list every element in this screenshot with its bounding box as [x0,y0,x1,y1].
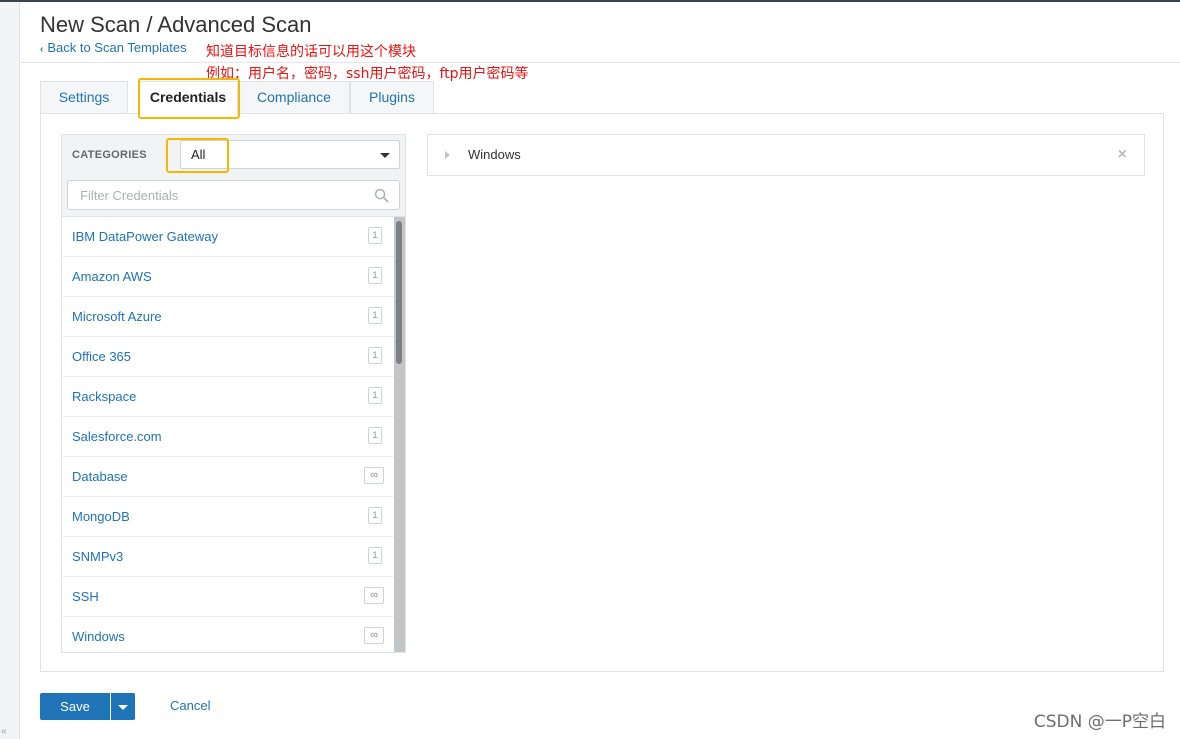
search-icon [374,188,389,203]
category-name: SSH [72,589,99,604]
category-count-badge: ∞ [364,587,384,604]
category-select[interactable]: All [180,140,400,169]
category-name: Office 365 [72,349,132,364]
list-item[interactable]: MongoDB 1 [62,497,394,537]
category-name: Amazon AWS [72,269,152,284]
list-item[interactable]: Microsoft Azure 1 [62,297,394,337]
back-to-templates-link[interactable]: ‹ Back to Scan Templates [40,40,187,55]
tab-credentials[interactable]: Credentials [138,81,238,115]
list-item[interactable]: Rackspace 1 [62,377,394,417]
categories-header: CATEGORIES All [62,135,405,217]
caret-down-icon [118,705,128,710]
header-divider [20,62,1180,63]
list-item[interactable]: IBM DataPower Gateway 1 [62,217,394,257]
category-list: IBM DataPower Gateway 1 Amazon AWS 1 Micro… [62,217,394,652]
categories-sidebar: CATEGORIES All IBM DataPower Gateway 1 Am… [61,134,406,653]
category-name: Salesforce.com [72,429,162,444]
list-item[interactable]: Windows ∞ [62,617,394,652]
credential-name: Windows [468,147,521,162]
category-count-badge: ∞ [364,627,384,644]
top-border [0,0,1180,2]
list-item[interactable]: SSH ∞ [62,577,394,617]
filter-credentials-input[interactable] [78,182,368,208]
scrollbar-thumb[interactable] [396,221,402,364]
category-count-badge: 1 [368,227,382,244]
category-name: Rackspace [72,389,137,404]
chevron-left-icon: ‹ [40,44,44,55]
tab-compliance[interactable]: Compliance [238,81,350,114]
category-count-badge: 1 [368,267,382,284]
category-name: IBM DataPower Gateway [72,229,218,244]
page-title: New Scan / Advanced Scan [40,12,312,37]
category-count-badge: 1 [368,387,382,404]
category-name: Database [72,469,128,484]
category-select-value: All [191,147,206,162]
list-item[interactable]: Salesforce.com 1 [62,417,394,457]
caret-down-icon [380,153,390,158]
annotation-line-1: 知道目标信息的话可以用这个模块 [206,44,416,60]
category-count-badge: ∞ [364,467,384,484]
expand-arrow-icon[interactable] [445,151,450,159]
list-item[interactable]: Amazon AWS 1 [62,257,394,297]
filter-credentials-field [67,180,400,210]
credential-row-windows[interactable]: Windows × [427,134,1145,176]
category-count-badge: 1 [368,547,382,564]
category-name: Windows [72,629,125,644]
tab-plugins[interactable]: Plugins [350,81,434,114]
save-button[interactable]: Save [40,693,110,720]
category-scrollbar[interactable] [394,217,405,652]
back-link-label: Back to Scan Templates [47,40,187,55]
category-count-badge: 1 [368,307,382,324]
categories-label: CATEGORIES [72,149,147,161]
list-item[interactable]: SNMPv3 1 [62,537,394,577]
category-name: Microsoft Azure [72,309,162,324]
category-name: SNMPv3 [72,549,124,564]
category-name: MongoDB [72,509,130,524]
list-item[interactable]: Database ∞ [62,457,394,497]
close-icon[interactable]: × [1118,146,1127,164]
category-count-badge: 1 [368,347,382,364]
tab-settings[interactable]: Settings [40,81,128,114]
list-item[interactable]: Office 365 1 [62,337,394,377]
category-count-badge: 1 [368,427,382,444]
watermark: CSDN @一P空白 [1033,712,1166,732]
save-options-button[interactable] [111,693,135,720]
double-chevron-left-icon[interactable]: « [1,726,7,737]
left-rail[interactable]: « [0,2,20,739]
category-count-badge: 1 [368,507,382,524]
cancel-button[interactable]: Cancel [170,698,210,713]
annotation-line-2: 例如：用户名，密码，ssh用户密码，ftp用户密码等 [206,66,529,82]
